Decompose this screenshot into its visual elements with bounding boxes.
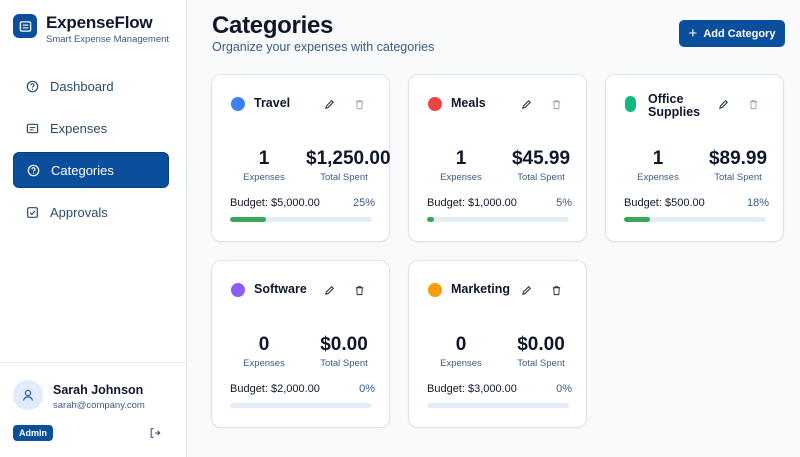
edit-pencil-icon[interactable]	[716, 97, 730, 111]
category-color-dot	[625, 96, 636, 112]
user-icon	[22, 389, 34, 401]
total-spent: $89.99 Total Spent	[708, 148, 768, 183]
category-color-dot	[428, 97, 442, 111]
category-name: Travel	[254, 96, 291, 110]
budget-progress-bar	[624, 217, 766, 222]
budget-text: Budget: $5,000.00	[230, 197, 320, 209]
category-name: Office Supplies	[648, 92, 701, 119]
brand-name: ExpenseFlow	[46, 13, 153, 32]
role-badge: Admin	[13, 425, 53, 441]
receipt-logo-icon	[13, 14, 37, 38]
sidebar-item-expenses[interactable]: Expenses	[13, 110, 169, 146]
user-name: Sarah Johnson	[53, 383, 144, 397]
budget-percent: 25%	[352, 197, 375, 209]
sidebar-item-categories[interactable]: Categories	[13, 152, 169, 188]
budget-text: Budget: $3,000.00	[427, 383, 517, 395]
sidebar-item-approvals[interactable]: Approvals	[13, 194, 169, 230]
category-name: Meals	[451, 96, 486, 110]
avatar[interactable]	[13, 380, 43, 410]
total-spent: $0.00 Total Spent	[320, 334, 368, 369]
category-card-travel: Travel 1 Expenses $1,250.00 Total Spent Bu…	[211, 74, 391, 242]
sidebar: ExpenseFlow Smart Expense Management Das…	[0, 0, 187, 457]
category-color-dot	[231, 97, 245, 111]
user-panel: Sarah Johnson sarah@company.com Admin	[0, 362, 187, 457]
budget-text: Budget: $500.00	[624, 197, 705, 209]
sidebar-item-dashboard[interactable]: Dashboard	[13, 68, 169, 104]
category-name: Marketing	[451, 282, 511, 296]
edit-pencil-icon[interactable]	[322, 97, 336, 111]
delete-trash-icon[interactable]	[746, 97, 760, 111]
budget-percent: 5%	[556, 197, 572, 209]
delete-trash-icon[interactable]	[549, 97, 563, 111]
expense-count: 0 Expenses	[440, 334, 482, 369]
category-color-dot	[231, 283, 245, 297]
total-spent: $45.99 Total Spent	[511, 148, 571, 183]
sidebar-item-label: Categories	[51, 162, 114, 178]
category-card-software: Software 0 Expenses $0.00 Total Spent Budg…	[211, 260, 390, 428]
budget-percent: 0%	[556, 383, 572, 395]
help-circle-icon	[27, 164, 40, 177]
page-title: Categories	[212, 12, 334, 39]
budget-percent: 0%	[359, 383, 375, 395]
category-name: Software	[254, 282, 307, 296]
edit-pencil-icon[interactable]	[519, 97, 533, 111]
add-category-button[interactable]: + Add Category	[679, 20, 785, 47]
budget-progress-bar	[230, 403, 372, 408]
edit-pencil-icon[interactable]	[322, 283, 336, 297]
checkbox-icon	[26, 206, 39, 219]
receipt-icon	[26, 122, 39, 135]
page-subtitle: Organize your expenses with categories	[212, 40, 435, 54]
sidebar-item-label: Dashboard	[50, 78, 114, 94]
sidebar-item-label: Expenses	[50, 120, 108, 136]
total-spent: $1,250.00 Total Spent	[306, 148, 391, 183]
expense-count: 0 Expenses	[243, 334, 285, 369]
sidebar-nav: Dashboard Expenses Categories Approvals	[13, 68, 169, 236]
budget-progress-bar	[427, 403, 569, 408]
expense-count: 1 Expenses	[637, 148, 679, 183]
brand-tagline: Smart Expense Management	[46, 34, 170, 45]
category-color-dot	[428, 283, 442, 297]
budget-progress-bar	[427, 217, 569, 222]
expense-count: 1 Expenses	[243, 148, 285, 183]
expense-count: 1 Expenses	[440, 148, 482, 183]
category-card-marketing: Marketing 0 Expenses $0.00 Total Spent Bud…	[408, 260, 587, 428]
delete-trash-icon[interactable]	[549, 283, 563, 297]
brand: ExpenseFlow Smart Expense Management	[13, 14, 169, 45]
logout-icon[interactable]	[148, 426, 162, 440]
sidebar-item-label: Approvals	[50, 204, 108, 220]
edit-pencil-icon[interactable]	[519, 283, 533, 297]
category-card-office-supplies: Office Supplies 1 Expenses $89.99 Total Sp…	[605, 74, 784, 242]
delete-trash-icon[interactable]	[352, 97, 366, 111]
plus-icon: +	[688, 25, 698, 42]
help-circle-icon	[26, 80, 39, 93]
category-card-meals: Meals 1 Expenses $45.99 Total Spent Budget…	[408, 74, 587, 242]
user-email: sarah@company.com	[53, 400, 145, 411]
total-spent: $0.00 Total Spent	[517, 334, 565, 369]
delete-trash-icon[interactable]	[352, 283, 366, 297]
budget-progress-bar	[230, 217, 372, 222]
add-category-label: Add Category	[703, 27, 776, 40]
budget-text: Budget: $2,000.00	[230, 383, 320, 395]
budget-percent: 18%	[746, 197, 769, 209]
budget-text: Budget: $1,000.00	[427, 197, 517, 209]
